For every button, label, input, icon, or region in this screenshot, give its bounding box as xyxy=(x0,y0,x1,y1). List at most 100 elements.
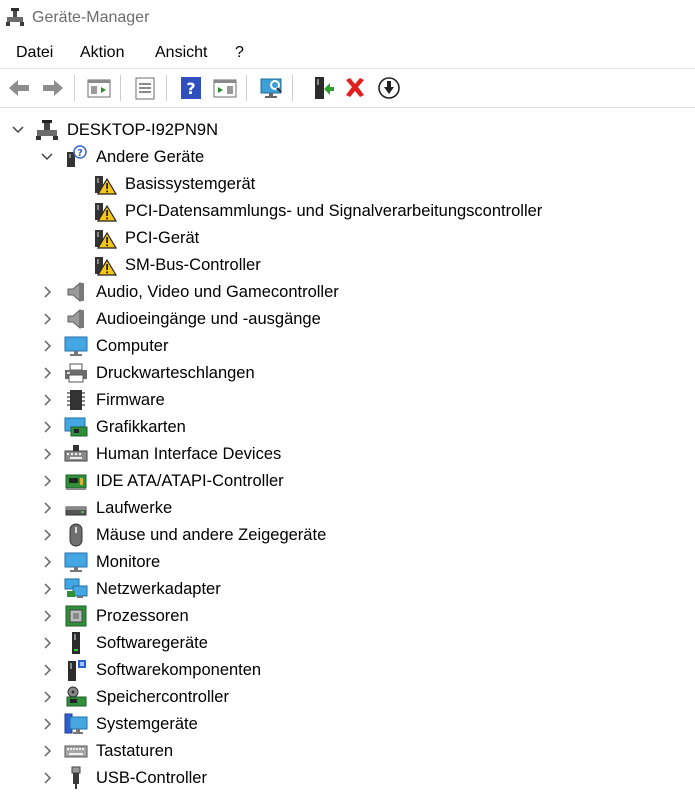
menu-ansicht[interactable]: Ansicht xyxy=(153,44,209,62)
toolbar-separator xyxy=(74,75,75,101)
properties-icon[interactable] xyxy=(132,75,158,101)
uninstall-device-icon[interactable] xyxy=(342,75,368,101)
warning-device-icon xyxy=(93,199,117,223)
category-label: Systemgeräte xyxy=(96,715,198,733)
tree-device-basissystemgeraet[interactable]: Basissystemgerät xyxy=(0,172,695,198)
computer-network-icon xyxy=(35,118,59,142)
category-label: Laufwerke xyxy=(96,499,173,517)
category-label: Speichercontroller xyxy=(96,688,229,706)
tree-category-ide[interactable]: IDE ATA/ATAPI-Controller xyxy=(0,469,695,495)
enable-driver-icon[interactable] xyxy=(310,75,336,101)
root-label: DESKTOP-I92PN9N xyxy=(67,121,218,139)
tree-category-druckwarteschlangen[interactable]: Druckwarteschlangen xyxy=(0,361,695,387)
tree-device-pci-datensammlung[interactable]: PCI-Datensammlungs- und Signalverarbeitu… xyxy=(0,199,695,225)
category-label: Computer xyxy=(96,337,169,355)
chevron-down-icon[interactable] xyxy=(12,122,24,138)
back-arrow-icon[interactable] xyxy=(6,75,32,101)
svg-text:?: ? xyxy=(186,79,195,98)
forward-arrow-icon[interactable] xyxy=(40,75,66,101)
chevron-right-icon[interactable] xyxy=(41,770,53,786)
tree-category-audio-io[interactable]: Audioeingänge und -ausgänge xyxy=(0,307,695,333)
chevron-right-icon[interactable] xyxy=(41,311,53,327)
tree-device-sm-bus-controller[interactable]: SM-Bus-Controller xyxy=(0,253,695,279)
tree-category-usb[interactable]: USB-Controller xyxy=(0,766,695,792)
category-label: Softwarekomponenten xyxy=(96,661,262,679)
update-driver-icon[interactable] xyxy=(376,75,402,101)
tree-category-laufwerke[interactable]: Laufwerke xyxy=(0,496,695,522)
category-label: Human Interface Devices xyxy=(96,445,282,463)
toolbar-separator xyxy=(292,75,293,101)
menu-bar: Datei Aktion Ansicht ? xyxy=(0,38,695,69)
svg-text:?: ? xyxy=(77,148,83,159)
tree-category-computer[interactable]: Computer xyxy=(0,334,695,360)
tree-category-netzwerkadapter[interactable]: Netzwerkadapter xyxy=(0,577,695,603)
tree-category-maeuse[interactable]: Mäuse und andere Zeigegeräte xyxy=(0,523,695,549)
tree-root[interactable]: DESKTOP-I92PN9N xyxy=(0,118,695,144)
chevron-right-icon[interactable] xyxy=(41,554,53,570)
storage-controller-icon xyxy=(64,685,88,709)
tree-category-grafikkarten[interactable]: Grafikkarten xyxy=(0,415,695,441)
action-pane-icon[interactable] xyxy=(212,75,238,101)
chevron-right-icon[interactable] xyxy=(41,689,53,705)
chevron-right-icon[interactable] xyxy=(41,284,53,300)
category-label: Softwaregeräte xyxy=(96,634,208,652)
title-bar: Geräte-Manager xyxy=(0,0,695,38)
chevron-right-icon[interactable] xyxy=(41,743,53,759)
network-adapter-icon xyxy=(64,577,88,601)
chevron-right-icon[interactable] xyxy=(41,419,53,435)
category-label: Andere Geräte xyxy=(96,148,205,166)
category-label: Druckwarteschlangen xyxy=(96,364,255,382)
tree-category-prozessoren[interactable]: Prozessoren xyxy=(0,604,695,630)
tree-category-systemgeraete[interactable]: Systemgeräte xyxy=(0,712,695,738)
chevron-right-icon[interactable] xyxy=(41,527,53,543)
tree-category-tastaturen[interactable]: Tastaturen xyxy=(0,739,695,765)
toolbar-separator xyxy=(246,75,247,101)
device-label: SM-Bus-Controller xyxy=(125,256,261,274)
warning-device-icon xyxy=(93,226,117,250)
software-component-icon xyxy=(64,658,88,682)
tree-device-pci-geraet[interactable]: PCI-Gerät xyxy=(0,226,695,252)
disk-drive-icon xyxy=(64,496,88,520)
category-label: USB-Controller xyxy=(96,769,207,787)
chevron-right-icon[interactable] xyxy=(41,338,53,354)
chevron-right-icon[interactable] xyxy=(41,608,53,624)
device-label: Basissystemgerät xyxy=(125,175,256,193)
category-label: Monitore xyxy=(96,553,161,571)
chevron-right-icon[interactable] xyxy=(41,716,53,732)
processor-icon xyxy=(64,604,88,628)
category-label: Netzwerkadapter xyxy=(96,580,221,598)
chevron-right-icon[interactable] xyxy=(41,473,53,489)
category-label: Audioeingänge und -ausgänge xyxy=(96,310,321,328)
help-icon[interactable]: ? xyxy=(178,75,204,101)
chevron-right-icon[interactable] xyxy=(41,581,53,597)
chevron-down-icon[interactable] xyxy=(41,149,53,165)
menu-aktion[interactable]: Aktion xyxy=(78,44,126,62)
show-hide-console-tree-icon[interactable] xyxy=(86,75,112,101)
tree-category-monitore[interactable]: Monitore xyxy=(0,550,695,576)
tree-category-softwarekomponenten[interactable]: Softwarekomponenten xyxy=(0,658,695,684)
menu-help[interactable]: ? xyxy=(233,44,246,62)
tree-category-audio-video[interactable]: Audio, Video und Gamecontroller xyxy=(0,280,695,306)
chevron-right-icon[interactable] xyxy=(41,500,53,516)
warning-device-icon xyxy=(93,253,117,277)
tree-category-softwaregeraete[interactable]: Softwaregeräte xyxy=(0,631,695,657)
device-tree: DESKTOP-I92PN9N ? Andere Geräte Basissys… xyxy=(0,108,695,808)
scan-hardware-changes-icon[interactable] xyxy=(258,75,284,101)
chevron-right-icon[interactable] xyxy=(41,365,53,381)
chevron-right-icon[interactable] xyxy=(41,392,53,408)
toolbar-separator xyxy=(166,75,167,101)
tree-category-firmware[interactable]: Firmware xyxy=(0,388,695,414)
unknown-device-icon: ? xyxy=(64,145,88,169)
mouse-icon xyxy=(64,523,88,547)
chevron-right-icon[interactable] xyxy=(41,635,53,651)
category-label: Grafikkarten xyxy=(96,418,186,436)
chevron-right-icon[interactable] xyxy=(41,662,53,678)
tree-category-speichercontroller[interactable]: Speichercontroller xyxy=(0,685,695,711)
tree-category-hid[interactable]: Human Interface Devices xyxy=(0,442,695,468)
speaker-icon xyxy=(64,280,88,304)
tree-category-andere-geraete[interactable]: ? Andere Geräte xyxy=(0,145,695,171)
menu-datei[interactable]: Datei xyxy=(14,44,55,62)
firmware-chip-icon xyxy=(64,388,88,412)
speaker-icon xyxy=(64,307,88,331)
chevron-right-icon[interactable] xyxy=(41,446,53,462)
